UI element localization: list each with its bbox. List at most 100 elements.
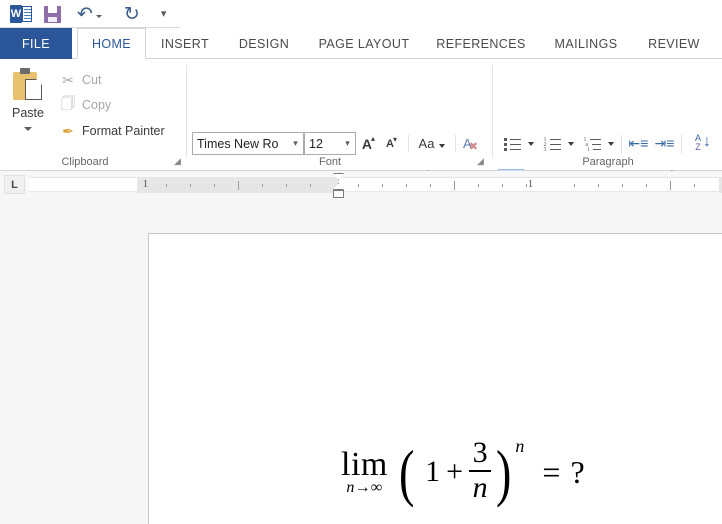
document-canvas[interactable]: lim n→∞ ( 1 + 3 n ) n = ?	[0, 198, 722, 524]
grow-font-button[interactable]: A ▴	[358, 132, 380, 155]
font-size-value: 12	[309, 136, 323, 151]
copy-label: Copy	[82, 98, 112, 112]
multilevel-list-icon: 1 a i	[584, 137, 601, 153]
font-name-combobox[interactable]: Times New Ro ▾	[192, 132, 304, 155]
font-name-value: Times New Ro	[197, 136, 279, 151]
tab-insert[interactable]: INSERT	[148, 28, 222, 59]
chevron-down-icon[interactable]	[95, 15, 102, 18]
ruler-tick	[166, 184, 167, 187]
chevron-down-icon[interactable]	[24, 127, 32, 131]
undo-button[interactable]: ↶	[61, 2, 105, 26]
horizontal-ruler[interactable]: L 1 1	[0, 171, 722, 199]
tab-page-layout-label: PAGE LAYOUT	[318, 36, 410, 51]
limit-operator: lim n→∞	[341, 445, 388, 496]
fraction: 3 n	[469, 437, 492, 504]
group-label-font: Font	[318, 156, 341, 168]
save-icon[interactable]	[44, 5, 61, 23]
ruler-number-right: 1	[528, 179, 533, 190]
font-dialog-launcher[interactable]: ◢	[477, 157, 486, 166]
tab-stop-glyph: L	[11, 178, 18, 191]
document-page[interactable]: lim n→∞ ( 1 + 3 n ) n = ?	[148, 233, 722, 524]
fraction-denominator: n	[472, 470, 488, 504]
change-case-button[interactable]: Aa	[414, 132, 450, 155]
change-case-icon: Aa	[418, 136, 435, 151]
ruler-tick	[238, 181, 239, 190]
paintbrush-icon: ✒	[62, 122, 74, 139]
tab-references[interactable]: REFERENCES	[424, 28, 538, 59]
ruler-tick	[262, 184, 263, 187]
paragraph-separator-1	[621, 135, 622, 153]
ruler-tick	[646, 184, 647, 187]
tab-page-layout[interactable]: PAGE LAYOUT	[306, 28, 422, 59]
tab-review[interactable]: REVIEW	[634, 28, 714, 59]
chevron-down-icon[interactable]: ▾	[288, 138, 303, 149]
multilevel-list-options-button[interactable]	[604, 132, 618, 155]
numbering-button[interactable]: 1 2 3	[540, 132, 564, 155]
eraser-icon: ✖	[468, 141, 478, 153]
paste-button[interactable]: Paste	[4, 63, 52, 151]
chevron-down-icon[interactable]	[439, 143, 446, 148]
shrink-font-button[interactable]: A ▾	[381, 132, 403, 155]
ruler-tick	[382, 184, 383, 187]
ruler-tick	[622, 184, 623, 187]
decrease-indent-icon: ⇤≡	[628, 135, 649, 151]
close-paren: )	[496, 437, 512, 509]
chevron-down-icon	[528, 141, 534, 146]
undo-icon: ↶	[77, 2, 93, 25]
ruler-tick	[574, 184, 575, 187]
ruler-tick	[406, 184, 407, 187]
bullets-button[interactable]	[500, 132, 524, 155]
tab-home-label: HOME	[91, 36, 132, 51]
ruler-tick	[694, 184, 695, 187]
group-separator-1	[186, 65, 187, 157]
font-separator-1	[408, 135, 409, 152]
tab-design[interactable]: DESIGN	[224, 28, 304, 59]
numbering-icon: 1 2 3	[544, 137, 561, 153]
font-separator-2	[455, 135, 456, 152]
increase-indent-icon: ⇥≡	[654, 135, 675, 151]
tab-insert-label: INSERT	[160, 36, 209, 51]
tab-file[interactable]: FILE	[0, 28, 72, 59]
copy-button[interactable]: 🗍 Copy	[58, 94, 111, 116]
tab-design-label: DESIGN	[238, 36, 290, 51]
decrease-indent-button[interactable]: ⇤≡	[626, 132, 651, 155]
increase-indent-button[interactable]: ⇥≡	[652, 132, 677, 155]
ruler-tick	[598, 184, 599, 187]
clipboard-icon	[11, 68, 45, 102]
tab-home[interactable]: HOME	[77, 28, 146, 59]
up-arrow-icon: ▴	[371, 134, 376, 143]
equation-block[interactable]: lim n→∞ ( 1 + 3 n ) n = ?	[341, 437, 585, 509]
redo-icon: ↻	[123, 2, 140, 25]
customize-qat-button[interactable]: ▾	[143, 2, 170, 26]
bullets-options-button[interactable]	[524, 132, 538, 155]
redo-button[interactable]: ↻	[105, 2, 143, 26]
left-indent-marker[interactable]	[333, 190, 344, 198]
ribbon: Paste ✂ Cut 🗍 Copy ✒ Format Painter Clip…	[0, 59, 722, 192]
sort-arrow-icon: ↓	[703, 133, 711, 150]
tab-stop-selector[interactable]: L	[4, 175, 25, 194]
paste-label: Paste	[12, 106, 44, 120]
ruler-number-left: 1	[143, 179, 148, 190]
lim-text: lim	[341, 445, 388, 483]
cut-button[interactable]: ✂ Cut	[58, 69, 101, 91]
clipboard-dialog-launcher[interactable]: ◢	[174, 157, 183, 166]
chevron-down-icon[interactable]: ▾	[340, 138, 355, 149]
question-mark: ?	[570, 453, 585, 490]
equals-sign: =	[542, 453, 561, 490]
format-painter-button[interactable]: ✒ Format Painter	[58, 120, 165, 142]
down-arrow-icon: ▾	[392, 135, 397, 144]
ruler-tick	[478, 184, 479, 187]
tab-mailings[interactable]: MAILINGS	[540, 28, 632, 59]
group-separator-2	[492, 65, 493, 157]
ruler-tick	[310, 184, 311, 187]
chevron-down-icon	[608, 141, 614, 146]
ruler-track[interactable]: 1 1	[29, 177, 722, 193]
chevron-down-icon: ▾	[160, 7, 167, 20]
font-size-combobox[interactable]: 12 ▾	[304, 132, 356, 155]
clear-formatting-button[interactable]: A ✖	[460, 132, 484, 155]
ruler-tick	[526, 184, 527, 187]
ruler-tick	[670, 181, 671, 190]
multilevel-list-button[interactable]: 1 a i	[580, 132, 604, 155]
ruler-tick	[286, 184, 287, 187]
numbering-options-button[interactable]	[564, 132, 578, 155]
